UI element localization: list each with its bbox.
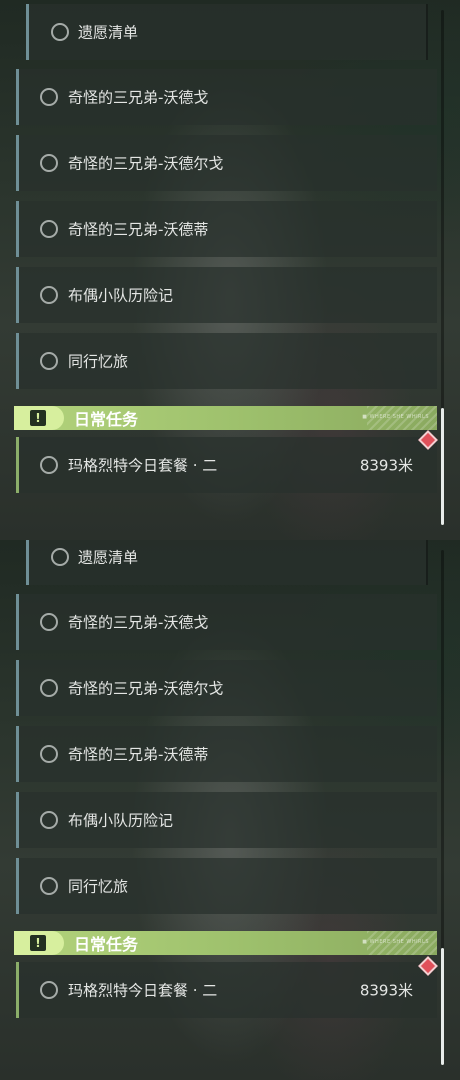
quest-status-circle-icon bbox=[51, 548, 69, 566]
daily-badge: ! bbox=[14, 931, 64, 955]
exclamation-icon: ! bbox=[30, 410, 46, 426]
quest-distance: 8393米 bbox=[359, 456, 413, 475]
daily-section-header[interactable]: ! 日常任务 ■ WHERE SHE WHIRLS bbox=[14, 406, 437, 430]
quest-item[interactable]: 奇怪的三兄弟-沃德尔戈 bbox=[16, 660, 437, 716]
quest-item[interactable]: 奇怪的三兄弟-沃德戈 bbox=[16, 69, 437, 125]
quest-item[interactable]: 同行忆旅 bbox=[16, 333, 437, 389]
quest-status-circle-icon bbox=[51, 23, 69, 41]
quest-label: 布偶小队历险记 bbox=[68, 286, 174, 305]
quest-item[interactable]: 遗愿清单 bbox=[26, 540, 428, 585]
quest-item[interactable]: 布偶小队历险记 bbox=[16, 267, 437, 323]
quest-item[interactable]: 遗愿清单 bbox=[26, 4, 428, 60]
quest-item[interactable]: 奇怪的三兄弟-沃德蒂 bbox=[16, 201, 437, 257]
quest-item[interactable]: 奇怪的三兄弟-沃德尔戈 bbox=[16, 135, 437, 191]
quest-label: 玛格烈特今日套餐 · 二 bbox=[68, 456, 218, 475]
quest-panel-top: 遗愿清单 奇怪的三兄弟-沃德戈 奇怪的三兄弟-沃德尔戈 奇怪的三兄弟-沃德蒂 布… bbox=[0, 0, 460, 540]
daily-quest-item[interactable]: 玛格烈特今日套餐 · 二 8393米 bbox=[16, 437, 437, 493]
daily-section-header[interactable]: ! 日常任务 ■ WHERE SHE WHIRLS bbox=[14, 931, 437, 955]
quest-status-circle-icon bbox=[40, 456, 58, 474]
section-title: 日常任务 bbox=[74, 935, 139, 954]
quest-item[interactable]: 布偶小队历险记 bbox=[16, 792, 437, 848]
quest-status-circle-icon bbox=[40, 877, 58, 895]
quest-label: 奇怪的三兄弟-沃德蒂 bbox=[68, 745, 209, 764]
scrollbar-thumb[interactable] bbox=[441, 948, 444, 1065]
quest-item[interactable]: 同行忆旅 bbox=[16, 858, 437, 914]
section-decor-text: ■ WHERE SHE WHIRLS bbox=[362, 414, 429, 420]
section-decor-text: ■ WHERE SHE WHIRLS bbox=[362, 939, 429, 945]
quest-status-circle-icon bbox=[40, 613, 58, 631]
quest-status-circle-icon bbox=[40, 154, 58, 172]
daily-quest-item[interactable]: 玛格烈特今日套餐 · 二 8393米 bbox=[16, 962, 437, 1018]
quest-item[interactable]: 奇怪的三兄弟-沃德蒂 bbox=[16, 726, 437, 782]
scrollbar[interactable] bbox=[441, 550, 444, 1065]
daily-badge: ! bbox=[14, 406, 64, 430]
quest-status-circle-icon bbox=[40, 286, 58, 304]
quest-label: 奇怪的三兄弟-沃德尔戈 bbox=[68, 154, 224, 173]
quest-label: 遗愿清单 bbox=[78, 23, 139, 42]
quest-label: 布偶小队历险记 bbox=[68, 811, 174, 830]
quest-label: 奇怪的三兄弟-沃德戈 bbox=[68, 88, 209, 107]
scrollbar[interactable] bbox=[441, 10, 444, 525]
quest-label: 奇怪的三兄弟-沃德蒂 bbox=[68, 220, 209, 239]
quest-status-circle-icon bbox=[40, 679, 58, 697]
quest-status-circle-icon bbox=[40, 745, 58, 763]
quest-status-circle-icon bbox=[40, 981, 58, 999]
quest-label: 奇怪的三兄弟-沃德戈 bbox=[68, 613, 209, 632]
quest-status-circle-icon bbox=[40, 811, 58, 829]
quest-label: 奇怪的三兄弟-沃德尔戈 bbox=[68, 679, 224, 698]
quest-label: 同行忆旅 bbox=[68, 877, 129, 896]
quest-status-circle-icon bbox=[40, 352, 58, 370]
quest-panel-bottom: 遗愿清单 奇怪的三兄弟-沃德戈 奇怪的三兄弟-沃德尔戈 奇怪的三兄弟-沃德蒂 布… bbox=[0, 540, 460, 1080]
quest-label: 同行忆旅 bbox=[68, 352, 129, 371]
quest-label: 玛格烈特今日套餐 · 二 bbox=[68, 981, 218, 1000]
quest-distance: 8393米 bbox=[359, 981, 413, 1000]
section-title: 日常任务 bbox=[74, 410, 139, 429]
exclamation-icon: ! bbox=[30, 935, 46, 951]
quest-item[interactable]: 奇怪的三兄弟-沃德戈 bbox=[16, 594, 437, 650]
quest-status-circle-icon bbox=[40, 88, 58, 106]
scrollbar-thumb[interactable] bbox=[441, 408, 444, 525]
quest-label: 遗愿清单 bbox=[78, 548, 139, 567]
quest-status-circle-icon bbox=[40, 220, 58, 238]
